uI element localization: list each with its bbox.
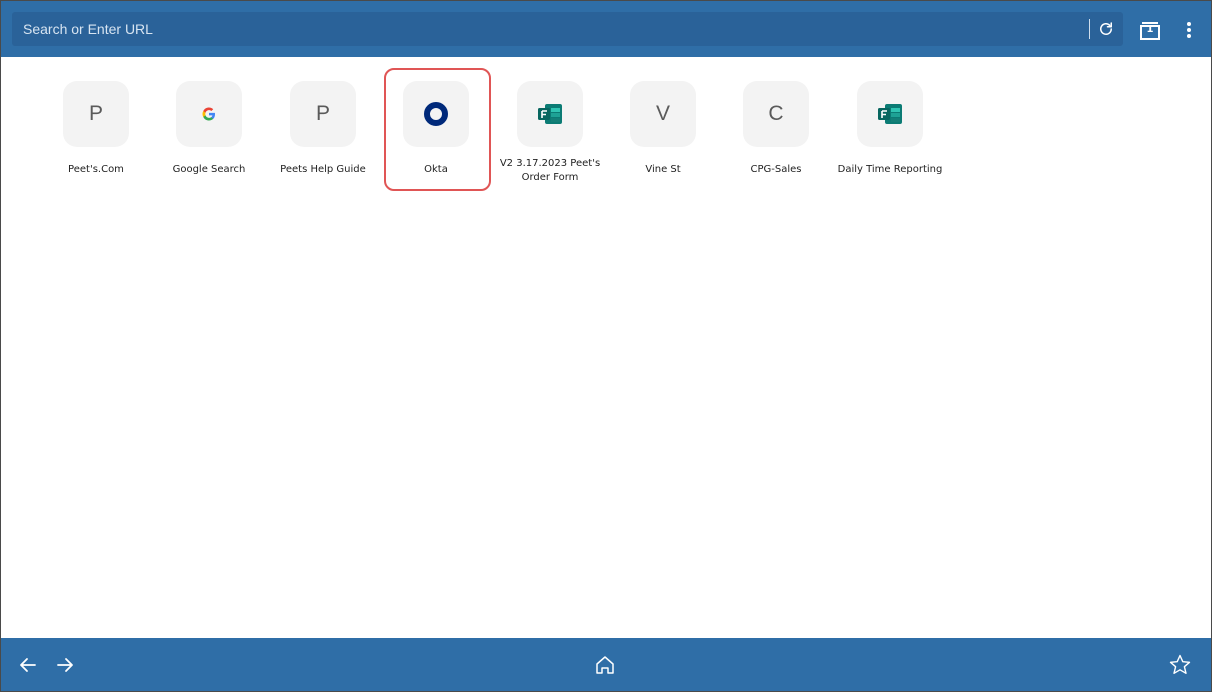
shortcut-label: V2 3.17.2023 Peet's Order Form: [499, 158, 601, 183]
shortcut-daily-time-reporting[interactable]: Daily Time Reporting: [835, 79, 945, 193]
arrow-right-icon: [57, 658, 73, 672]
forms-icon: [517, 81, 583, 147]
shortcut-label: Okta: [424, 164, 448, 175]
shortcut-label: Peet's.Com: [68, 164, 124, 175]
star-icon: [1169, 654, 1191, 674]
shortcuts-grid: P Peet's.Com Google Search P Peets Help …: [1, 57, 1211, 637]
okta-ring-icon: [424, 102, 448, 126]
shortcut-initial: V: [655, 102, 670, 125]
arrow-left-icon: [20, 658, 36, 672]
shortcut-peets-help-guide[interactable]: P Peets Help Guide: [268, 79, 378, 193]
google-g-icon: [202, 107, 215, 121]
shortcut-label: Google Search: [172, 164, 246, 175]
shortcut-initial: P: [88, 102, 103, 125]
shortcut-label: Daily Time Reporting: [837, 164, 943, 175]
home-icon: [596, 656, 614, 674]
home-button[interactable]: [592, 652, 618, 678]
reload-button[interactable]: [1095, 18, 1117, 40]
letter-p-icon: P: [63, 81, 129, 147]
letter-p-icon: P: [290, 81, 356, 147]
microsoft-forms-icon: [538, 104, 562, 124]
letter-c-icon: C: [743, 81, 809, 147]
shortcut-vine-st[interactable]: V Vine St: [608, 79, 718, 193]
shortcut-order-form[interactable]: V2 3.17.2023 Peet's Order Form: [495, 79, 605, 193]
kebab-menu-icon: [1187, 22, 1191, 38]
bottom-toolbar: [1, 638, 1211, 691]
forward-button[interactable]: [52, 652, 78, 678]
forms-icon: [857, 81, 923, 147]
shortcut-initial: P: [315, 102, 330, 125]
menu-button[interactable]: [1178, 18, 1200, 42]
url-placeholder[interactable]: Search or Enter URL: [23, 21, 153, 37]
top-toolbar: Search or Enter URL 1: [1, 1, 1211, 57]
shortcut-label: Vine St: [645, 164, 681, 175]
url-bar[interactable]: Search or Enter URL: [12, 12, 1123, 46]
shortcut-cpg-sales[interactable]: C CPG-Sales: [721, 79, 831, 193]
back-button[interactable]: [15, 652, 41, 678]
google-icon: [176, 81, 242, 147]
shortcut-label: Peets Help Guide: [280, 164, 366, 175]
url-divider: [1089, 19, 1090, 39]
shortcut-google-search[interactable]: Google Search: [154, 79, 264, 193]
letter-v-icon: V: [630, 81, 696, 147]
shortcut-peets-com[interactable]: P Peet's.Com: [41, 79, 151, 193]
shortcut-initial: C: [768, 102, 784, 125]
microsoft-forms-icon: [878, 104, 902, 124]
okta-icon: [403, 81, 469, 147]
tabs-button[interactable]: 1: [1138, 18, 1162, 42]
reload-icon: [1100, 22, 1112, 35]
tab-count: 1: [1146, 24, 1154, 35]
shortcut-okta[interactable]: Okta: [381, 79, 491, 193]
browser-window: Search or Enter URL 1 P Peet's.Com Googl…: [0, 0, 1212, 692]
shortcut-label: CPG-Sales: [750, 164, 802, 175]
bookmark-button[interactable]: [1167, 652, 1193, 678]
